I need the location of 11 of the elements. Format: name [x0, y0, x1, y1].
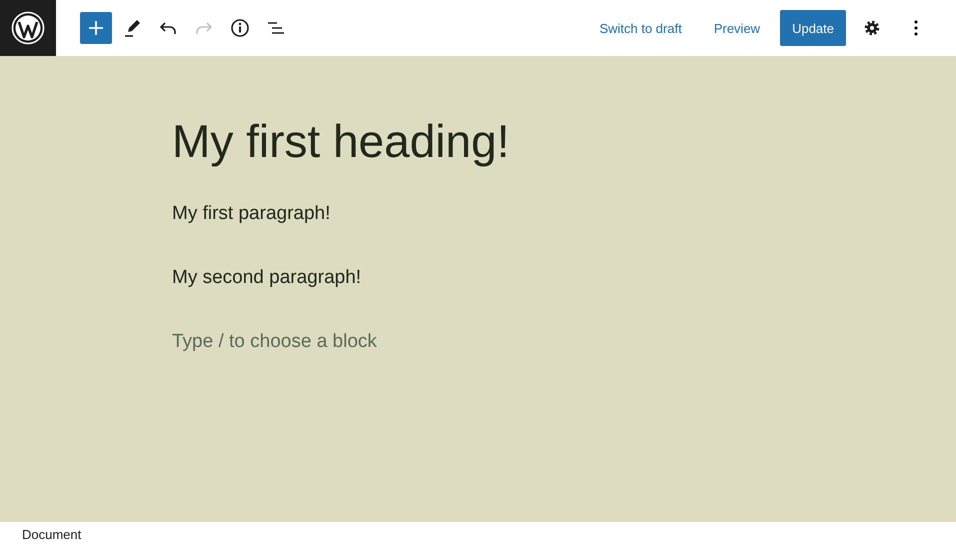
plus-button[interactable] [80, 12, 112, 44]
paragraph-block[interactable]: My second paragraph! [172, 266, 362, 290]
post-heading[interactable]: My first heading! [172, 114, 510, 168]
info-icon [228, 16, 252, 40]
update-button[interactable]: Update [780, 10, 846, 46]
site-logo-icon[interactable] [0, 0, 56, 56]
block-input-field[interactable]: Type / to choose a block [172, 330, 492, 354]
toolbar-link[interactable]: Switch to draft [587, 10, 694, 46]
toolbar-link[interactable]: Preview [702, 10, 772, 46]
paragraph-block[interactable]: My first paragraph! [172, 202, 330, 226]
breadcrumb-link[interactable]: Document [22, 526, 82, 542]
